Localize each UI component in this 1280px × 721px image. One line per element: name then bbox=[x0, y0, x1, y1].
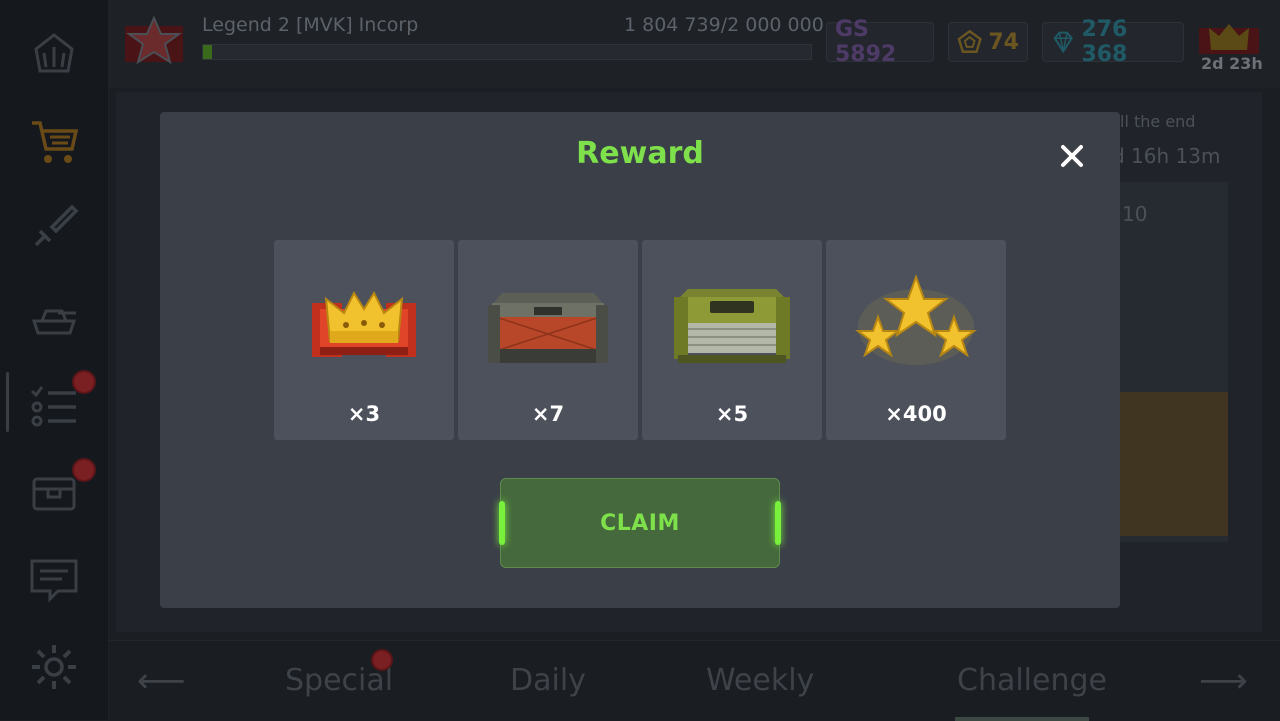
top-bar: Legend 2 [MVK] Incorp 1 804 739/2 000 00… bbox=[109, 0, 1280, 88]
gear-score-value: GS 5892 bbox=[835, 17, 897, 67]
close-icon bbox=[1061, 145, 1083, 167]
mission-count: 10 bbox=[1122, 202, 1148, 226]
chests-notification-dot bbox=[72, 458, 96, 482]
player-name: Legend 2 [MVK] Incorp bbox=[202, 14, 419, 36]
reward-dialog: Reward ×3 ×7 ×5 ×400 CLAIM bbox=[160, 112, 1120, 608]
red-crate-icon bbox=[488, 293, 608, 363]
tab-daily[interactable]: Daily bbox=[510, 663, 586, 698]
dialog-title: Reward bbox=[576, 136, 704, 171]
home-crown-icon bbox=[34, 33, 74, 73]
special-notification-dot bbox=[371, 649, 393, 671]
reward-count: ×400 bbox=[885, 402, 947, 426]
bottom-tab-bar: ⟵ Special Daily Weekly Challenge ⟶ bbox=[109, 640, 1280, 721]
event-ends-label: ll the end bbox=[1120, 112, 1196, 131]
reward-count: ×3 bbox=[347, 402, 381, 426]
xp-progress-bar bbox=[202, 44, 812, 60]
reward-list: ×3 ×7 ×5 ×400 bbox=[274, 240, 1006, 440]
crown-icon bbox=[312, 290, 416, 357]
tab-weekly[interactable]: Weekly bbox=[706, 663, 814, 698]
xp-counter: 1 804 739/2 000 000 bbox=[624, 14, 824, 36]
xp-progress-fill bbox=[203, 45, 213, 59]
arrow-left-icon[interactable]: ⟵ bbox=[137, 661, 186, 701]
gear-score-chip: GS 5892 bbox=[826, 17, 934, 67]
coins-chip[interactable]: 74 bbox=[948, 22, 1028, 62]
claim-edge-left bbox=[499, 501, 505, 545]
gear-icon bbox=[32, 645, 76, 689]
reward-item-green-crate: ×5 bbox=[642, 240, 822, 440]
chat-icon bbox=[30, 559, 78, 603]
rank-emblem-icon bbox=[125, 16, 183, 65]
reward-item-stars: ×400 bbox=[826, 240, 1006, 440]
reward-item-crown: ×3 bbox=[274, 240, 454, 440]
sidebar-item-tanks[interactable] bbox=[0, 272, 108, 362]
shopping-cart-icon bbox=[32, 121, 79, 163]
sword-icon bbox=[34, 204, 79, 247]
tank-icon bbox=[31, 309, 77, 335]
season-crown-icon[interactable] bbox=[1197, 16, 1261, 56]
reward-count: ×7 bbox=[531, 402, 565, 426]
sidebar bbox=[0, 0, 109, 720]
sidebar-item-chat[interactable] bbox=[0, 534, 108, 624]
tab-challenge[interactable]: Challenge bbox=[957, 663, 1107, 698]
reward-count: ×5 bbox=[715, 402, 749, 426]
stars-icon bbox=[855, 274, 977, 365]
green-crate-icon bbox=[674, 289, 790, 363]
sidebar-item-shop[interactable] bbox=[0, 96, 108, 186]
close-button[interactable] bbox=[1056, 140, 1088, 172]
active-tab-underline bbox=[955, 717, 1089, 721]
gems-value: 276 368 bbox=[1081, 17, 1128, 67]
event-timer: d 16h 13m bbox=[1112, 144, 1221, 168]
claim-edge-right bbox=[775, 501, 781, 545]
coins-value: 74 bbox=[988, 29, 1019, 55]
sidebar-item-chests[interactable] bbox=[0, 446, 108, 536]
claim-label: CLAIM bbox=[600, 510, 680, 536]
missions-notification-dot bbox=[72, 370, 96, 394]
sidebar-item-home[interactable] bbox=[0, 8, 108, 98]
pentagon-coin-icon bbox=[957, 29, 982, 53]
sidebar-item-settings[interactable] bbox=[0, 622, 108, 712]
gems-chip[interactable]: 276 368 bbox=[1042, 17, 1184, 67]
arrow-right-icon[interactable]: ⟶ bbox=[1199, 661, 1248, 701]
season-timer: 2d 23h bbox=[1201, 54, 1263, 73]
diamond-icon bbox=[1053, 31, 1073, 54]
claim-button[interactable]: CLAIM bbox=[499, 478, 781, 568]
sidebar-item-weapons[interactable] bbox=[0, 182, 108, 272]
reward-item-red-crate: ×7 bbox=[458, 240, 638, 440]
